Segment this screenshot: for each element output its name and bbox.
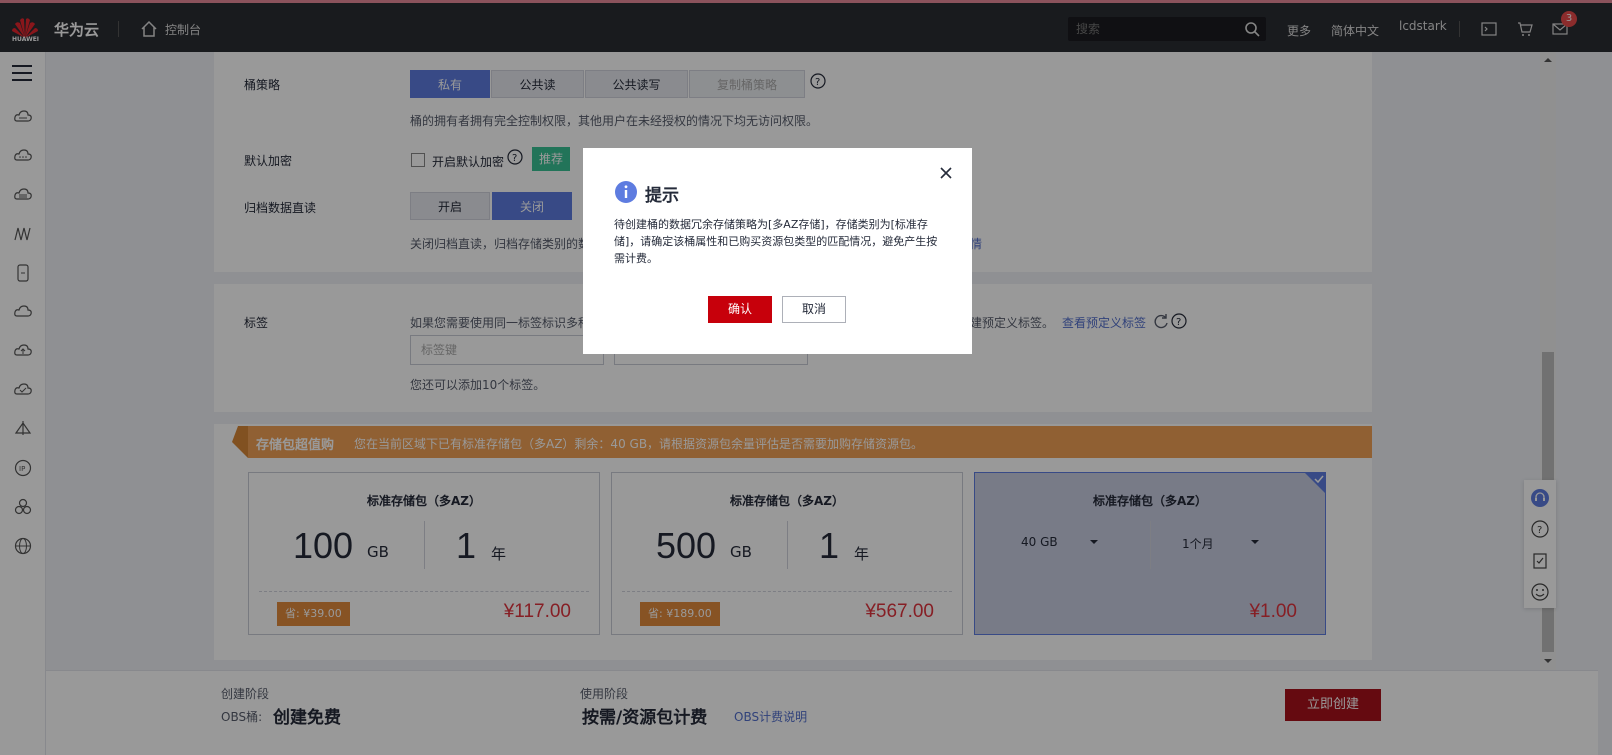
dialog-message: 待创建桶的数据冗余存储策略为[多AZ存储]，存储类别为[标准存储]，请确定该桶属…: [614, 218, 938, 265]
confirm-dialog: 提示 待创建桶的数据冗余存储策略为[多AZ存储]，存储类别为[标准存储]，请确定…: [583, 148, 972, 354]
info-icon: [615, 181, 637, 203]
confirm-button[interactable]: 确认: [708, 296, 772, 323]
modal-overlay[interactable]: [0, 0, 1612, 755]
dialog-title: 提示: [645, 186, 679, 206]
cancel-button[interactable]: 取消: [782, 296, 846, 323]
close-icon[interactable]: [939, 166, 953, 180]
